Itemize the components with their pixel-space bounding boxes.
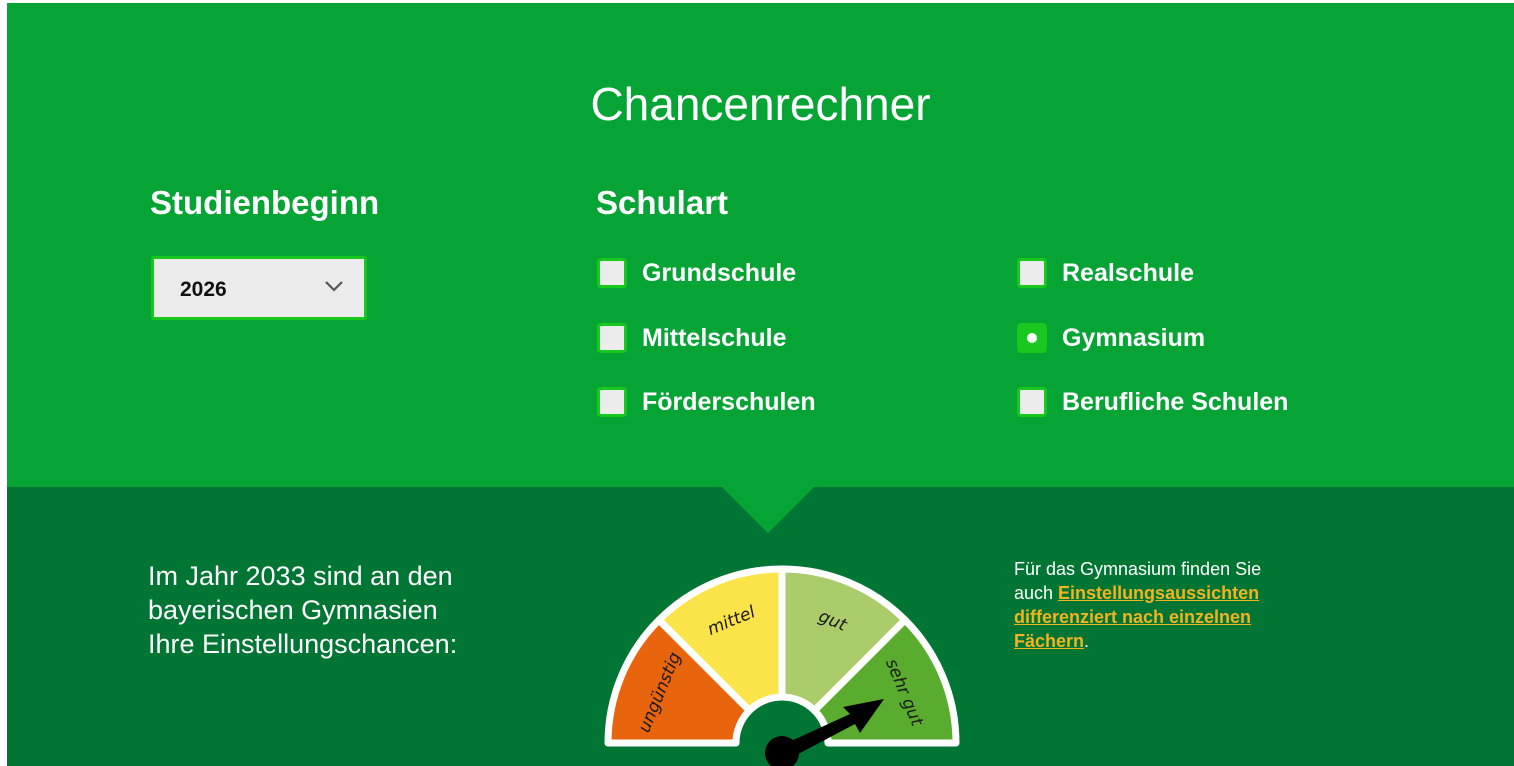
- option-label-grundschule: Grundschule: [642, 259, 797, 287]
- checkbox-foerderschulen[interactable]: [597, 387, 627, 417]
- einstellungsaussichten-link-cont[interactable]: differenziert nach einzelnen: [1014, 607, 1251, 627]
- panel-pointer-notch: [722, 487, 814, 533]
- chances-gauge: ungünstigmittel gutsehr gut: [604, 565, 960, 766]
- side-note-prefix: auch: [1014, 583, 1059, 603]
- checkbox-grundschule[interactable]: [597, 258, 627, 288]
- studienbeginn-selected-value: 2026: [180, 278, 227, 301]
- einstellungsaussichten-link[interactable]: Einstellungsaussichten: [1058, 583, 1259, 603]
- option-label-realschule: Realschule: [1062, 259, 1195, 287]
- option-label-berufliche-schulen: Berufliche Schulen: [1062, 388, 1289, 416]
- checkbox-realschule[interactable]: [1017, 258, 1047, 288]
- page-title: Chancenrechner: [590, 78, 931, 130]
- radio-gymnasium-selected[interactable]: [1017, 323, 1047, 353]
- result-line: bayerischen Gymnasien: [148, 595, 438, 625]
- side-note-line: Für das Gymnasium finden Sie: [1014, 559, 1262, 579]
- checkbox-berufliche-schulen[interactable]: [1017, 387, 1047, 417]
- studienbeginn-select[interactable]: 2026: [151, 256, 367, 320]
- checkbox-mittelschule[interactable]: [597, 323, 627, 353]
- result-line: Im Jahr 2033 sind an den: [148, 561, 453, 591]
- side-note: Für das Gymnasium finden Sie auch Einste…: [1014, 557, 1354, 653]
- studienbeginn-heading: Studienbeginn: [150, 184, 380, 221]
- option-label-gymnasium: Gymnasium: [1062, 324, 1206, 352]
- option-label-foerderschulen: Förderschulen: [642, 388, 816, 416]
- faechern-link[interactable]: Fächern: [1014, 631, 1084, 651]
- chevron-down-icon: [325, 281, 343, 292]
- result-statement: Im Jahr 2033 sind an den bayerischen Gym…: [148, 559, 568, 661]
- result-line: Ihre Einstellungschancen:: [148, 629, 458, 659]
- schulart-heading: Schulart: [596, 184, 729, 221]
- chancenrechner-widget: Chancenrechner Studienbeginn 2026 Schula…: [7, 3, 1514, 766]
- option-label-mittelschule: Mittelschule: [642, 324, 787, 352]
- side-note-suffix: .: [1084, 631, 1090, 651]
